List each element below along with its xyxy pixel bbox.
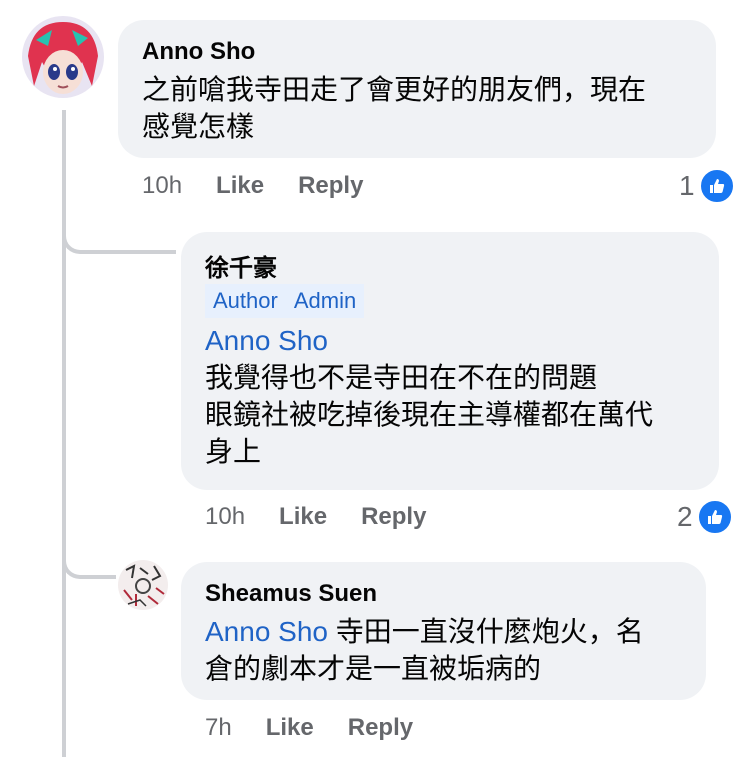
timestamp[interactable]: 10h xyxy=(142,172,182,200)
anime-avatar-icon xyxy=(22,16,104,98)
like-thumb-icon xyxy=(696,499,733,535)
reaction-count: 2 xyxy=(677,501,693,532)
reply-button[interactable]: Reply xyxy=(348,714,413,742)
comment-actions: 10h Like Reply xyxy=(205,503,426,531)
reply-button[interactable]: Reply xyxy=(361,503,426,531)
thread-branch-1 xyxy=(62,200,176,254)
comment-text: 之前嗆我寺田走了會更好的朋友們，現在 感覺怎樣 xyxy=(142,71,646,145)
comment-line: 眼鏡社被吃掉後現在主導權都在萬代 xyxy=(205,399,654,430)
reply-button[interactable]: Reply xyxy=(298,172,363,200)
like-button[interactable]: Like xyxy=(266,714,314,742)
comment-line-text: 寺田一直沒什麼炮火，名 xyxy=(328,616,644,647)
comment-bubble-3: Sheamus Suen Anno Sho 寺田一直沒什麼炮火，名 倉的劇本才是… xyxy=(181,562,706,700)
comment-bubble-1: Anno Sho 之前嗆我寺田走了會更好的朋友們，現在 感覺怎樣 xyxy=(118,20,716,158)
reaction-summary[interactable]: 1 xyxy=(679,168,735,204)
like-thumb-icon xyxy=(698,168,735,204)
comment-line: 感覺怎樣 xyxy=(142,111,255,142)
timestamp[interactable]: 10h xyxy=(205,503,245,531)
thread-branch-2 xyxy=(62,530,116,579)
comment-actions: 7h Like Reply xyxy=(205,714,413,742)
comment-actions: 10h Like Reply xyxy=(142,172,363,200)
comment-author[interactable]: Anno Sho xyxy=(142,38,255,66)
comment-text: Anno Sho 我覺得也不是寺田在不在的問題 眼鏡社被吃掉後現在主導權都在萬代… xyxy=(205,322,653,470)
timestamp[interactable]: 7h xyxy=(205,714,232,742)
comment-text: Anno Sho 寺田一直沒什麼炮火，名 倉的劇本才是一直被垢病的 xyxy=(205,613,644,687)
comment-line: 身上 xyxy=(205,436,262,467)
comment-bubble-2: 徐千豪 Author Admin Anno Sho 我覺得也不是寺田在不在的問題… xyxy=(181,232,719,490)
like-button[interactable]: Like xyxy=(216,172,264,200)
mention-link[interactable]: Anno Sho xyxy=(205,616,328,647)
like-button[interactable]: Like xyxy=(279,503,327,531)
comment-author[interactable]: Sheamus Suen xyxy=(205,580,377,608)
avatar-anno-sho[interactable] xyxy=(22,16,104,98)
mention-link[interactable]: Anno Sho xyxy=(205,322,653,359)
author-badges: Author Admin xyxy=(205,284,365,318)
comment-line: 我覺得也不是寺田在不在的問題 xyxy=(205,362,598,393)
comment-line: 之前嗆我寺田走了會更好的朋友們，現在 xyxy=(142,74,647,105)
comment-author[interactable]: 徐千豪 xyxy=(205,248,277,283)
sketch-avatar-icon xyxy=(118,560,168,610)
avatar-sheamus-suen[interactable] xyxy=(118,560,168,610)
author-badge: Author xyxy=(205,284,286,318)
reaction-count: 1 xyxy=(679,170,695,201)
reaction-summary[interactable]: 2 xyxy=(677,499,733,535)
comment-line: Anno Sho 寺田一直沒什麼炮火，名 xyxy=(205,613,644,650)
admin-badge: Admin xyxy=(285,284,365,318)
comment-line: 倉的劇本才是一直被垢病的 xyxy=(205,653,542,684)
